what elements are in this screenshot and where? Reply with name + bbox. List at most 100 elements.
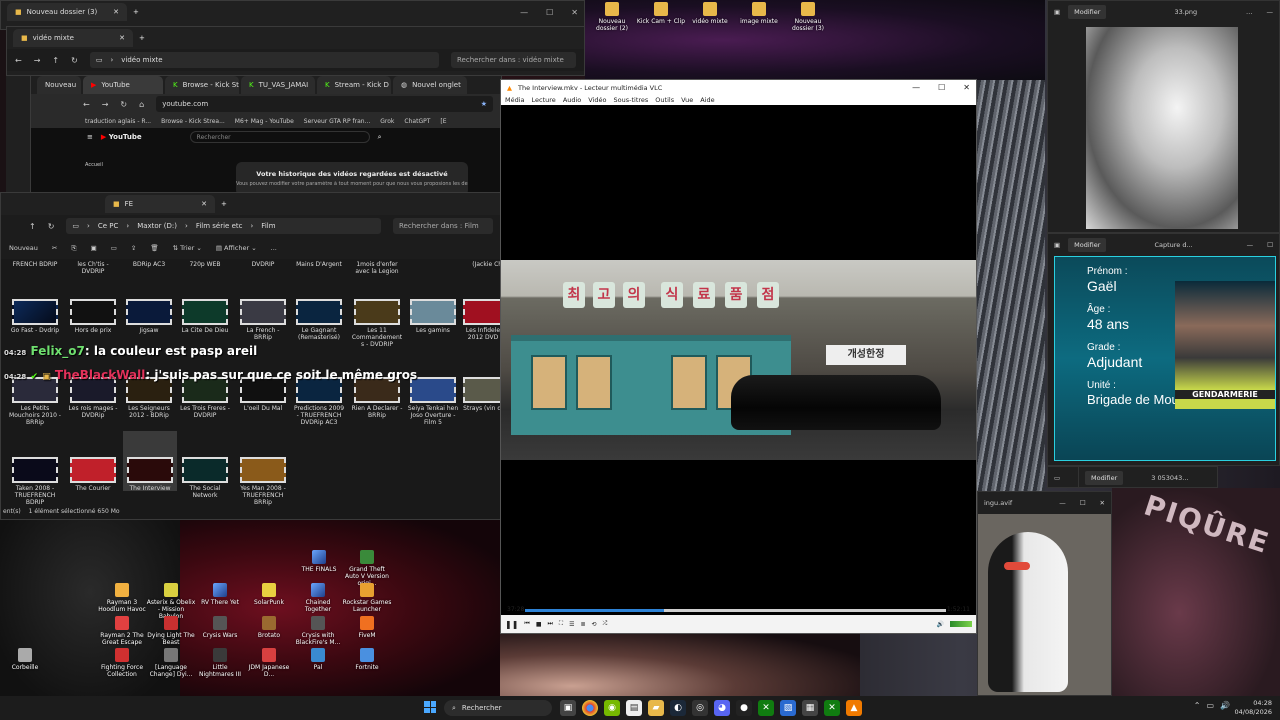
file-item[interactable]: Predictions 2009 - TRUEFRENCH DVDRip AC3 <box>293 377 345 426</box>
desktop-icon-rayman3[interactable]: Rayman 3 Hoodlum Havoc <box>97 583 147 613</box>
up-icon[interactable]: ↑ <box>52 56 59 65</box>
menu-lecture[interactable]: Lecture <box>532 96 556 104</box>
menu-outils[interactable]: Outils <box>655 96 674 104</box>
desktop-icon-brotato[interactable]: Brotato <box>244 616 294 639</box>
delete-icon[interactable]: 🗑 <box>150 244 158 252</box>
file-item[interactable]: The Social Network <box>179 457 231 499</box>
bookmark-2[interactable]: M6+ Mag - YouTube <box>235 118 294 125</box>
gallery-icon[interactable]: ▣ <box>1054 8 1060 16</box>
file-item[interactable]: Go Fast - Dvdrip <box>9 299 61 334</box>
breadcrumb[interactable]: ▭ › Ce PC › Maxtor (D:) › Film série etc › F… <box>66 218 381 234</box>
volume-slider[interactable] <box>950 621 972 627</box>
bookmark-0[interactable]: traduction aglais - R... <box>85 118 151 125</box>
rename-icon[interactable]: ▭ <box>111 244 117 252</box>
minimize-icon[interactable]: — <box>912 83 920 92</box>
view-button[interactable]: ▤ Afficher ⌄ <box>216 244 257 252</box>
chrome-tab-kick-browse[interactable]: K Browse - Kick St <box>165 76 239 94</box>
chrome-tab-stream[interactable]: K Stream - Kick D <box>317 76 391 94</box>
app-icon[interactable]: ▦ <box>802 700 818 716</box>
refresh-icon[interactable]: ↻ <box>71 56 78 65</box>
desktop-icon-little-nightmares[interactable]: Little Nightmares III <box>195 648 245 678</box>
volume-icon[interactable]: 🔊 <box>937 621 944 628</box>
desktop-icon-asterix[interactable]: Asterix & Obelix - Mission Babylon <box>146 583 196 620</box>
edit-button[interactable]: Modifier <box>1068 238 1107 252</box>
desktop-icon-rv-there-yet[interactable]: RV There Yet <box>195 583 245 606</box>
menu-aide[interactable]: Aide <box>700 96 714 104</box>
file-item[interactable]: The Courier <box>67 457 119 492</box>
file-item[interactable]: La French - BRRip <box>237 299 289 341</box>
close-icon[interactable]: ✕ <box>571 8 578 17</box>
steam-icon[interactable]: ◐ <box>670 700 686 716</box>
up-icon[interactable]: ↑ <box>29 222 36 231</box>
bookmark-3[interactable]: Serveur GTA RP fran... <box>304 118 371 125</box>
pause-icon[interactable]: ❚❚ <box>505 620 518 629</box>
fullscreen-icon[interactable]: ⛶ <box>559 620 563 628</box>
desktop-icon-chained-together[interactable]: Chained Together <box>293 583 343 613</box>
more-icon[interactable]: … <box>1246 8 1253 16</box>
home-icon[interactable]: ⌂ <box>139 100 144 109</box>
share-icon[interactable]: ⇪ <box>131 244 136 252</box>
vlc-icon[interactable]: ▲ <box>846 700 862 716</box>
desktop-icon-rockstar[interactable]: Rockstar Games Launcher <box>342 583 392 613</box>
file-item[interactable]: Strays (vin di <box>463 377 503 412</box>
refresh-icon[interactable]: ↻ <box>48 222 55 231</box>
maximize-icon[interactable]: ☐ <box>546 8 553 17</box>
desktop-icon-crysis-blackfire[interactable]: Crysis with BlackFire's M... <box>293 616 343 646</box>
youtube-logo[interactable]: ▶ YouTube <box>101 133 142 141</box>
loop-icon[interactable]: ⟲ <box>592 621 597 628</box>
maximize-icon[interactable]: ☐ <box>1080 499 1086 507</box>
desktop-icon-crysis-wars[interactable]: Crysis Wars <box>195 616 245 639</box>
file-item[interactable]: Le Gagnant (Remasterisé) <box>293 299 345 341</box>
forward-icon[interactable]: → <box>102 100 109 109</box>
chrome-tab-new[interactable]: ◍ Nouvel onglet <box>393 76 467 94</box>
new-tab-button[interactable]: + <box>133 8 139 16</box>
file-item[interactable]: Les Infidele 2012 DVD <box>463 299 503 341</box>
nvidia-icon[interactable]: ◉ <box>604 700 620 716</box>
network-icon[interactable]: ▭ <box>1206 701 1214 710</box>
back-icon[interactable]: ← <box>83 100 90 109</box>
file-item[interactable]: Les 11 Commandement s - DVDRIP <box>351 299 403 348</box>
file-item[interactable]: Les rois mages - DVDRip <box>67 377 119 419</box>
minimize-icon[interactable]: — <box>1267 8 1274 16</box>
desktop-icon-gta-v[interactable]: Grand Theft Auto V Version origi... <box>342 550 392 587</box>
explorer-2-tab[interactable]: ■ vidéo mixte ✕ <box>13 29 133 47</box>
file-item[interactable]: Les Trois Freres - DVDRIP <box>179 377 231 419</box>
shuffle-icon[interactable]: ⤮ <box>603 620 608 628</box>
file-item[interactable]: Yes Man 2008 - TRUEFRENCH BRRip <box>237 457 289 506</box>
file-item[interactable]: Hors de prix <box>67 299 119 334</box>
file-item[interactable]: Taken 2008 - TRUEFRENCH BDRIP <box>9 457 61 506</box>
video-area[interactable]: 최 고 의 식 료 품 점 개성한정 <box>501 105 976 617</box>
explorer-3-tab[interactable]: ■ FE ✕ <box>105 195 215 213</box>
menu-audio[interactable]: Audio <box>563 96 581 104</box>
close-icon[interactable]: ✕ <box>113 8 119 16</box>
desktop-icon-nouveau-dossier-2[interactable]: Nouveau dossier (2) <box>587 2 637 32</box>
chevron-up-icon[interactable]: ⌃ <box>1194 701 1201 710</box>
desktop-icon-nouveau-dossier-3[interactable]: Nouveau dossier (3) <box>783 2 833 32</box>
breadcrumb-item[interactable]: Maxtor (D:) <box>137 222 177 230</box>
minimize-icon[interactable]: — <box>1059 499 1066 507</box>
desktop-icon-dying-light[interactable]: Dying Light The Beast <box>146 616 196 646</box>
new-button[interactable]: Nouveau <box>9 244 38 252</box>
youtube-home-link[interactable]: Accueil <box>85 162 103 168</box>
file-item-selected[interactable]: The Interview <box>123 431 177 492</box>
maximize-icon[interactable]: ☐ <box>938 83 945 92</box>
file-item[interactable]: Rien A Declarer - BRRip <box>351 377 403 419</box>
desktop-icon-kick-cam[interactable]: Kick Cam + Clip <box>636 2 686 25</box>
close-icon[interactable]: ✕ <box>963 83 970 92</box>
cut-icon[interactable]: ✂ <box>52 244 57 252</box>
start-button[interactable] <box>424 701 436 713</box>
bookmark-5[interactable]: ChatGPT <box>404 118 430 125</box>
copy-icon[interactable]: ⎘ <box>71 244 76 253</box>
capture-icon[interactable]: ▧ <box>780 700 796 716</box>
seek-bar[interactable] <box>525 609 946 612</box>
new-tab-button[interactable]: + <box>221 200 227 208</box>
app-icon[interactable]: ◎ <box>692 700 708 716</box>
minimize-icon[interactable]: — <box>1247 241 1254 249</box>
more-button[interactable]: ... <box>271 244 277 252</box>
minimize-icon[interactable]: — <box>520 8 528 17</box>
desktop-icon-language-change[interactable]: [Language Change] Dyi... <box>146 648 196 678</box>
file-item[interactable]: BDRip AC3 <box>123 261 175 268</box>
desktop-icon-corbeille[interactable]: Corbeille <box>0 648 50 671</box>
file-item[interactable]: Jigsaw <box>123 299 175 334</box>
taskview-icon[interactable]: ▣ <box>560 700 576 716</box>
